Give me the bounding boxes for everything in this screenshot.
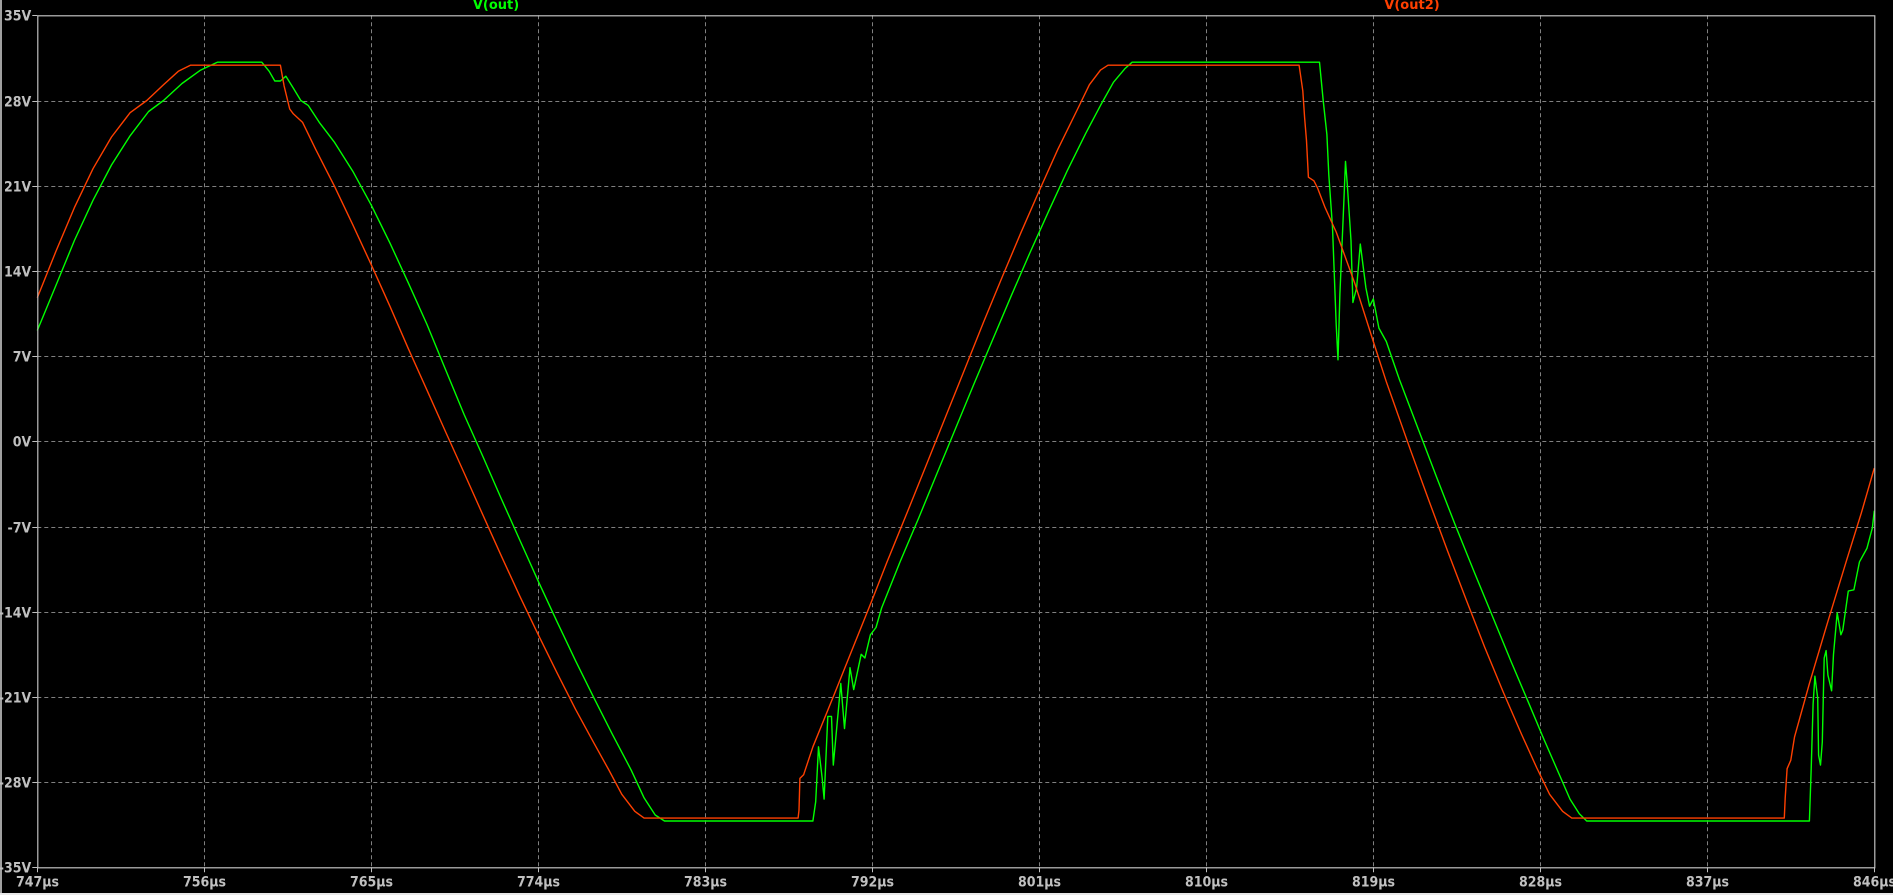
- x-tick-label: 774µs: [517, 874, 560, 890]
- x-tick-label: 783µs: [684, 874, 727, 890]
- legend: V(out) V(out2): [473, 0, 1440, 13]
- y-tick-label: -14V: [0, 606, 32, 622]
- x-axis: 747µs 756µs 765µs 774µs 783µs 792µs 801µs 810µs…: [16, 867, 1893, 890]
- y-tick-label: 7V: [13, 350, 32, 366]
- y-tick-label: 28V: [4, 95, 32, 111]
- y-tick-label: -28V: [0, 776, 32, 792]
- y-tick-label: 14V: [4, 265, 32, 281]
- y-tick-label: -7V: [8, 521, 32, 537]
- waveform-plot[interactable]: 35V28V21V14V7V0V-7V-14V-21V-28V-35V 747µ…: [0, 0, 1893, 895]
- x-tick-label: 801µs: [1018, 874, 1061, 890]
- x-tick-label: 828µs: [1519, 874, 1562, 890]
- y-tick-label: 0V: [13, 435, 32, 451]
- x-tick-label: 756µs: [183, 874, 226, 890]
- x-tick-label: 747µs: [16, 874, 59, 890]
- x-tick-label: 765µs: [350, 874, 393, 890]
- legend-v-out2[interactable]: V(out2): [1384, 0, 1439, 13]
- y-axis: 35V28V21V14V7V0V-7V-14V-21V-28V-35V: [0, 9, 38, 877]
- x-tick-label: 792µs: [851, 874, 894, 890]
- y-tick-label: -21V: [0, 691, 32, 707]
- y-tick-label: 21V: [4, 180, 32, 196]
- x-tick-label: 819µs: [1352, 874, 1395, 890]
- x-tick-label: 810µs: [1185, 874, 1228, 890]
- x-tick-label: 837µs: [1686, 874, 1729, 890]
- legend-v-out[interactable]: V(out): [473, 0, 519, 13]
- x-tick-label: 846µs: [1853, 874, 1893, 890]
- y-tick-label: 35V: [4, 9, 32, 25]
